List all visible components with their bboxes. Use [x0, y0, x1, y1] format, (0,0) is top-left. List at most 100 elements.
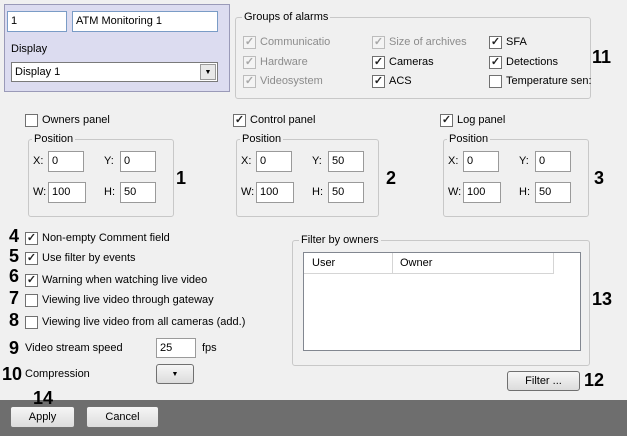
option-checkbox[interactable]: ✓ Use filter by events — [25, 251, 136, 265]
checkbox-box[interactable]: ✓ — [243, 35, 256, 49]
checkbox-box[interactable]: ✓ — [25, 231, 38, 245]
display-select[interactable]: Display 1 ▼ — [11, 62, 218, 82]
position-y-input[interactable]: 50 — [328, 151, 364, 172]
alarm-group-item[interactable]: ✓ SFA — [489, 35, 527, 49]
position-w-input[interactable]: 100 — [256, 182, 294, 203]
position-h-label: H: — [519, 186, 530, 198]
checkbox-label: Warning when watching live video — [42, 274, 208, 286]
apply-button[interactable]: Apply — [10, 406, 75, 428]
video-speed-label: Video stream speed — [25, 342, 123, 354]
checkbox-box[interactable]: ✓ — [233, 113, 246, 127]
checkbox-label: Log panel — [457, 114, 506, 126]
position-x-label: X: — [448, 155, 459, 167]
position-w-input[interactable]: 100 — [463, 182, 501, 203]
callout-4: 4 — [9, 226, 20, 246]
checkbox-box[interactable]: ✓ — [440, 113, 453, 127]
callout-8: 8 — [9, 310, 20, 330]
alarm-group-item[interactable]: ✓ Cameras — [372, 55, 434, 69]
callout-10: 10 — [2, 364, 23, 384]
option-checkbox[interactable]: Viewing live video through gateway — [25, 293, 214, 307]
alarm-group-item[interactable]: ✓ Detections — [489, 55, 558, 69]
checkbox-box[interactable]: ✓ — [489, 35, 502, 49]
alarm-group-item[interactable]: ✓ ACS — [372, 74, 412, 88]
callout-12: 12 — [584, 370, 605, 390]
checkbox-label: Viewing live video through gateway — [42, 294, 214, 306]
position-h-label: H: — [104, 186, 115, 198]
checkbox-box[interactable]: ✓ — [25, 251, 38, 265]
column-header-user[interactable]: User — [304, 253, 393, 273]
position-y-label: Y: — [104, 155, 114, 167]
position-title: Position — [240, 133, 284, 145]
checkbox-box[interactable] — [25, 315, 38, 329]
checkbox-label: Owners panel — [42, 114, 110, 126]
checkbox-box[interactable] — [489, 74, 502, 88]
position-w-input[interactable]: 100 — [48, 182, 86, 203]
callout-13: 13 — [592, 289, 613, 309]
position-x-label: X: — [33, 155, 44, 167]
alarm-group-item[interactable]: ✓ Communicatio — [243, 35, 330, 49]
position-h-input[interactable]: 50 — [120, 182, 156, 203]
callout-5: 5 — [9, 246, 20, 266]
callout-2: 2 — [386, 168, 397, 188]
alarm-group-item[interactable]: ✓ Videosystem — [243, 74, 323, 88]
position-h-input[interactable]: 50 — [535, 182, 571, 203]
cancel-button[interactable]: Cancel — [86, 406, 159, 428]
position-y-input[interactable]: 0 — [535, 151, 571, 172]
checkbox-label: SFA — [506, 36, 527, 48]
checkbox-box[interactable]: ✓ — [489, 55, 502, 69]
position-x-input[interactable]: 0 — [463, 151, 499, 172]
checkbox-label: Viewing live video from all cameras (add… — [42, 316, 246, 328]
owners-table-header: User Owner — [304, 253, 554, 274]
filter-button[interactable]: Filter ... — [507, 371, 580, 391]
alarm-group-item[interactable]: ✓ Hardware — [243, 55, 308, 69]
filter-owners-title: Filter by owners — [299, 234, 381, 246]
checkbox-label: Non-empty Comment field — [42, 232, 170, 244]
checkbox-box[interactable]: ✓ — [372, 74, 385, 88]
alarm-group-item[interactable]: ✓ Size of archives — [372, 35, 467, 49]
position-x-input[interactable]: 0 — [48, 151, 84, 172]
position-h-input[interactable]: 50 — [328, 182, 364, 203]
display-select-value: Display 1 — [15, 65, 61, 78]
checkbox-box[interactable]: ✓ — [25, 273, 38, 287]
owners-table[interactable]: User Owner — [303, 252, 581, 351]
option-checkbox[interactable]: Viewing live video from all cameras (add… — [25, 315, 245, 329]
checkbox-box[interactable]: ✓ — [372, 35, 385, 49]
compression-label: Compression — [25, 368, 90, 380]
checkbox-box[interactable]: ✓ — [243, 74, 256, 88]
panel-toggle-1[interactable]: ✓ Control panel — [233, 113, 315, 127]
checkbox-label: Communicatio — [260, 36, 331, 48]
position-x-input[interactable]: 0 — [256, 151, 292, 172]
position-title: Position — [447, 133, 491, 145]
checkbox-box[interactable] — [25, 293, 38, 307]
checkbox-label: ACS — [389, 75, 412, 87]
alarm-group-item[interactable]: Temperature sen: — [489, 74, 592, 88]
column-header-owner[interactable]: Owner — [393, 253, 554, 273]
checkbox-box[interactable]: ✓ — [372, 55, 385, 69]
callout-9: 9 — [9, 338, 20, 358]
video-speed-input[interactable]: 25 — [156, 338, 196, 358]
option-checkbox[interactable]: ✓ Non-empty Comment field — [25, 231, 170, 245]
position-title: Position — [32, 133, 76, 145]
option-checkbox[interactable]: ✓ Warning when watching live video — [25, 273, 207, 287]
chevron-down-icon[interactable]: ▼ — [200, 64, 216, 80]
callout-1: 1 — [176, 168, 187, 188]
callout-14: 14 — [33, 388, 54, 408]
checkbox-label: Use filter by events — [42, 252, 136, 264]
position-w-label: W: — [241, 186, 255, 198]
chevron-down-icon: ▼ — [171, 370, 179, 378]
checkbox-label: Size of archives — [389, 36, 467, 48]
position-w-label: W: — [448, 186, 462, 198]
checkbox-label: Detections — [506, 56, 558, 68]
checkbox-box[interactable] — [25, 113, 38, 127]
panel-toggle-2[interactable]: ✓ Log panel — [440, 113, 505, 127]
position-x-label: X: — [241, 155, 252, 167]
panel-toggle-0[interactable]: Owners panel — [25, 113, 110, 127]
checkbox-box[interactable]: ✓ — [243, 55, 256, 69]
callout-6: 6 — [9, 266, 20, 286]
compression-select[interactable]: ▼ — [156, 364, 194, 384]
callout-3: 3 — [594, 168, 605, 188]
camera-name-field[interactable]: ATM Monitoring 1 — [72, 11, 218, 32]
camera-id-field[interactable]: 1 — [7, 11, 67, 32]
video-speed-unit: fps — [202, 342, 217, 354]
position-y-input[interactable]: 0 — [120, 151, 156, 172]
